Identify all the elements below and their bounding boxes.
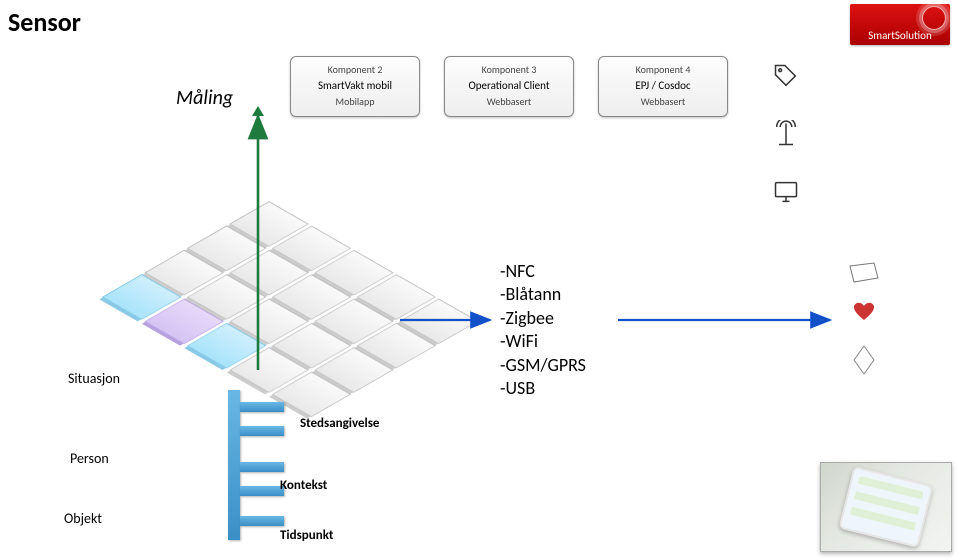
brand-label: SmartSolution [868,29,932,42]
monitor-icon [772,178,800,206]
page-title: Sensor [8,6,81,38]
component-head: Komponent 2 [295,63,415,77]
tidspunkt-label: Tidspunkt [280,528,333,543]
tablet-icon [848,262,880,284]
component-head: Komponent 4 [603,63,723,77]
brand-badge: SmartSolution [850,4,950,45]
component-name: Operational Client [449,79,569,94]
protocol-list: -NFC -Blåtann -Zigbee -WiFi -GSM/GPRS -U… [500,260,586,400]
component-foot: Webbasert [603,95,723,109]
maling-label: Måling [176,86,233,110]
protocol-item: -USB [500,377,586,400]
stedsangivelse-label: Stedsangivelse [300,416,379,431]
protocol-item: -Blåtann [500,283,586,306]
protocol-item: -Zigbee [500,307,586,330]
branch-vertical [228,390,240,540]
component-box-4: Komponent 4 EPJ / Cosdoc Webbasert [598,56,728,117]
situasjon-label: Situasjon [68,370,120,387]
phone-screen [838,466,933,548]
context-grid [149,200,481,391]
brand-rings-icon [922,6,946,30]
component-box-3: Komponent 3 Operational Client Webbasert [444,56,574,117]
component-box-2: Komponent 2 SmartVakt mobil Mobilapp [290,56,420,117]
tag-icon [772,62,800,90]
component-name: EPJ / Cosdoc [603,79,723,94]
phone-photo [820,462,952,552]
heart-icon [848,300,880,322]
component-foot: Mobilapp [295,95,415,109]
antenna-icon [772,120,800,148]
component-row: Komponent 2 SmartVakt mobil Mobilapp Kom… [290,56,728,117]
objekt-label: Objekt [64,510,102,527]
component-foot: Webbasert [449,95,569,109]
kontekst-label: Kontekst [280,478,327,493]
diamond-icon [848,344,880,366]
component-head: Komponent 3 [449,63,569,77]
protocol-item: -WiFi [500,330,586,353]
component-name: SmartVakt mobil [295,79,415,94]
protocol-item: -NFC [500,260,586,283]
person-label: Person [70,450,109,467]
protocol-item: -GSM/GPRS [500,354,586,377]
